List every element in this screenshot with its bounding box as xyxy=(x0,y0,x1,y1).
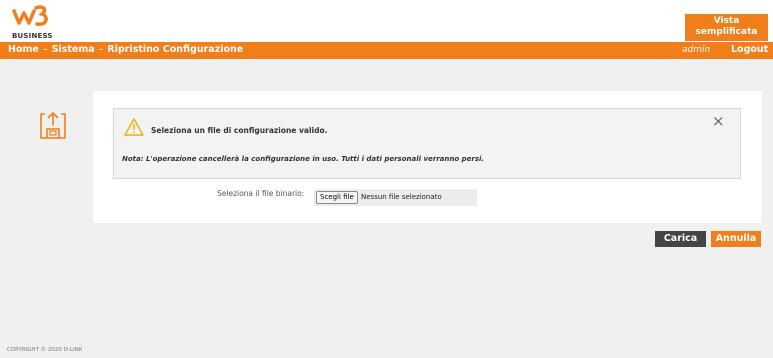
breadcrumb-separator: – xyxy=(98,44,104,55)
load-button[interactable]: Carica xyxy=(655,231,706,247)
brand-subtitle: BUSINESS xyxy=(12,32,53,40)
file-status-text: Nessun file selezionato xyxy=(361,193,442,201)
simplified-view-button[interactable]: Vista semplificata xyxy=(685,14,768,41)
copyright-text: COPYRIGHT © 2020 D-LINK xyxy=(7,347,83,353)
breadcrumb: Home – Sistema – Ripristino Configurazione xyxy=(8,44,243,55)
w3-logo-icon xyxy=(12,5,48,26)
breadcrumb-system[interactable]: Sistema xyxy=(52,44,95,55)
file-input-label: Seleziona il file binario: xyxy=(217,189,305,198)
top-header: BUSINESS Vista semplificata xyxy=(0,0,773,42)
logout-link[interactable]: Logout xyxy=(731,44,768,55)
upload-file-icon xyxy=(37,110,69,142)
alert-note: Nota: L'operazione cancellerà la configu… xyxy=(122,155,485,163)
choose-file-button[interactable]: Scegli file xyxy=(316,191,358,204)
nav-bar: Home – Sistema – Ripristino Configurazione a… xyxy=(0,42,773,59)
current-user: admin xyxy=(682,45,711,55)
restore-config-card: Seleziona un file di configurazione vali… xyxy=(93,91,762,223)
cancel-button[interactable]: Annulla xyxy=(711,231,761,247)
breadcrumb-separator: – xyxy=(42,44,48,55)
file-input[interactable]: Scegli file Nessun file selezionato xyxy=(314,189,477,206)
warning-alert: Seleziona un file di configurazione vali… xyxy=(113,108,741,179)
breadcrumb-current: Ripristino Configurazione xyxy=(107,44,244,55)
warning-icon xyxy=(124,118,144,136)
simplified-view-label-line1: Vista xyxy=(713,16,740,26)
breadcrumb-home[interactable]: Home xyxy=(8,44,39,55)
close-icon[interactable]: × xyxy=(712,114,725,129)
alert-title: Seleziona un file di configurazione vali… xyxy=(151,126,328,135)
simplified-view-label-line2: semplificata xyxy=(695,27,758,37)
